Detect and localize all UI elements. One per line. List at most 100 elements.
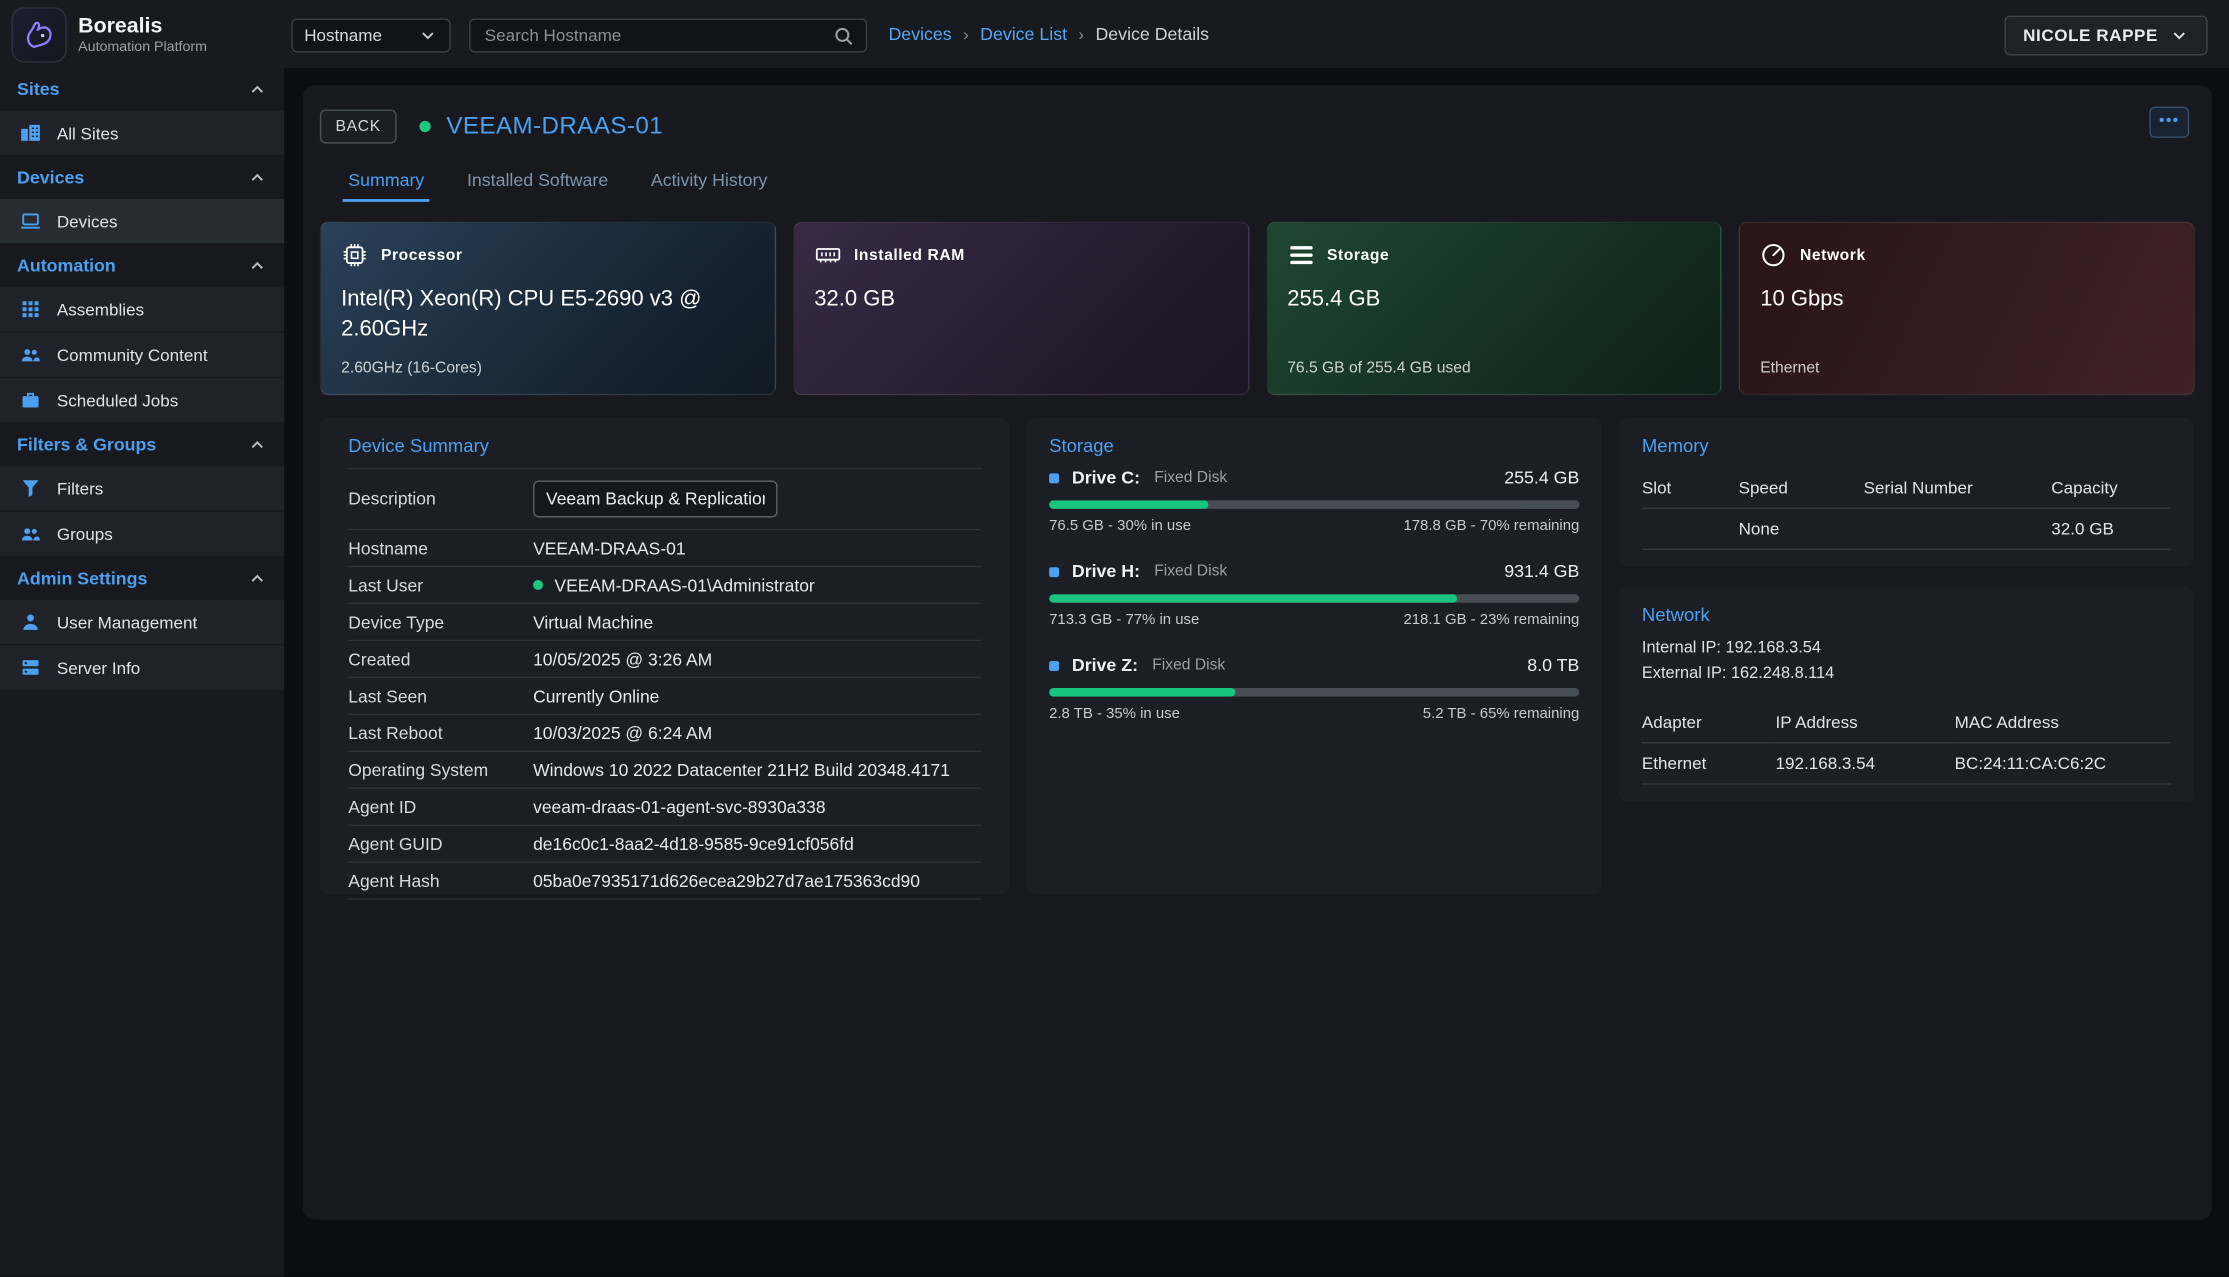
storage-stack-icon: [1287, 242, 1314, 269]
summary-label: Created: [348, 649, 533, 669]
sidebar-section-admin-settings[interactable]: Admin Settings: [0, 557, 284, 600]
section-title: Automation: [17, 256, 116, 276]
funnel-icon: [20, 478, 41, 499]
tab-installed-software[interactable]: Installed Software: [450, 162, 625, 202]
sidebar-item-user-management[interactable]: User Management: [0, 600, 284, 645]
summary-value: VEEAM-DRAAS-01\Administrator: [554, 575, 814, 595]
summary-label: Last User: [348, 575, 533, 595]
tab-activity-history[interactable]: Activity History: [634, 162, 785, 202]
sidebar-item-assemblies[interactable]: Assemblies: [0, 287, 284, 332]
network-title: Network: [1642, 604, 2171, 625]
sidebar-item-groups[interactable]: Groups: [0, 512, 284, 557]
summary-row-agent-guid: Agent GUID de16c0c1-8aa2-4d18-9585-9ce91…: [348, 826, 981, 863]
summary-row-hostname: Hostname VEEAM-DRAAS-01: [348, 530, 981, 567]
brand: Borealis Automation Platform: [11, 7, 207, 62]
storage-card: Storage 255.4 GB 76.5 GB of 255.4 GB use…: [1266, 222, 1722, 395]
user-name: NICOLE RAPPE: [2023, 26, 2158, 46]
storage-title: Storage: [1049, 435, 1579, 456]
stat-footnote: 76.5 GB of 255.4 GB used: [1287, 360, 1470, 377]
summary-label: Device Type: [348, 612, 533, 632]
search-box: [469, 18, 867, 52]
summary-row-description: Description: [348, 468, 981, 531]
breadcrumb: Devices › Device List › Device Details: [888, 0, 1209, 68]
sidebar-item-filters[interactable]: Filters: [0, 466, 284, 511]
search-field-select[interactable]: Hostname: [291, 18, 450, 52]
chevron-up-icon: [247, 80, 267, 100]
drive-name: Drive Z:: [1072, 655, 1138, 675]
sidebar-item-community-content[interactable]: Community Content: [0, 333, 284, 378]
stat-title: Network: [1800, 247, 1866, 264]
summary-value: 10/03/2025 @ 6:24 AM: [533, 723, 712, 743]
sidebar-section-filters-groups[interactable]: Filters & Groups: [0, 424, 284, 467]
memory-title: Memory: [1642, 435, 2171, 456]
internal-ip: Internal IP: 192.168.3.54: [1642, 637, 2171, 662]
drive-size: 931.4 GB: [1504, 562, 1579, 582]
summary-row-agent-hash: Agent Hash 05ba0e7935171d626ecea29b27d7a…: [348, 863, 981, 900]
breadcrumb-separator: ›: [1078, 24, 1084, 44]
search-icon[interactable]: [833, 25, 854, 46]
cpu-icon: [341, 242, 368, 269]
drive-used: 713.3 GB - 77% in use: [1049, 611, 1199, 628]
breadcrumb-devices[interactable]: Devices: [888, 24, 951, 44]
device-summary-title: Device Summary: [348, 435, 981, 456]
sidebar-section-automation[interactable]: Automation: [0, 245, 284, 288]
storage-drives-card: Storage Drive C: Fixed Disk 255.4 GB 76.…: [1026, 418, 1602, 894]
description-input[interactable]: [533, 480, 778, 517]
sidebar-section-devices[interactable]: Devices: [0, 156, 284, 199]
device-summary-card: Device Summary Description Hostname VEEA…: [320, 418, 1009, 894]
drive-size: 255.4 GB: [1504, 468, 1579, 488]
back-button[interactable]: BACK: [320, 109, 397, 143]
drive-size: 8.0 TB: [1527, 655, 1579, 675]
sidebar-item-devices[interactable]: Devices: [0, 199, 284, 244]
user-menu-button[interactable]: NICOLE RAPPE: [2005, 16, 2208, 56]
network-col-ip: IP Address: [1776, 702, 1955, 742]
drive-z: Drive Z: Fixed Disk 8.0 TB 2.8 TB - 35% …: [1049, 655, 1579, 722]
memory-col-capacity: Capacity: [2051, 468, 2170, 508]
drive-used: 76.5 GB - 30% in use: [1049, 517, 1191, 534]
drive-h: Drive H: Fixed Disk 931.4 GB 713.3 GB - …: [1049, 562, 1579, 629]
building-icon: [20, 122, 41, 143]
tab-summary[interactable]: Summary: [331, 162, 441, 202]
drive-remaining: 178.8 GB - 70% remaining: [1403, 517, 1579, 534]
section-title: Filters & Groups: [17, 435, 156, 455]
sidebar-item-scheduled-jobs[interactable]: Scheduled Jobs: [0, 378, 284, 423]
chevron-up-icon: [247, 168, 267, 188]
drive-type: Fixed Disk: [1154, 469, 1227, 486]
stat-title: Installed RAM: [854, 247, 965, 264]
drive-usage-fill: [1049, 688, 1235, 697]
ram-icon: [814, 242, 841, 269]
briefcase-icon: [20, 390, 41, 411]
people-icon: [20, 344, 41, 365]
summary-value: veeam-draas-01-agent-svc-8930a338: [533, 797, 826, 817]
device-title: VEEAM-DRAAS-01: [446, 112, 663, 140]
memory-cell-capacity: 32.0 GB: [2051, 507, 2170, 550]
detail-columns: Device Summary Description Hostname VEEA…: [320, 418, 2195, 894]
brand-subtitle: Automation Platform: [78, 39, 207, 55]
section-title: Sites: [17, 80, 59, 100]
sidebar-item-label: Scheduled Jobs: [57, 390, 178, 410]
network-card-panel: Network Internal IP: 192.168.3.54 Extern…: [1619, 587, 2193, 801]
sidebar-item-all-sites[interactable]: All Sites: [0, 111, 284, 156]
stat-value: Intel(R) Xeon(R) CPU E5-2690 v3 @ 2.60GH…: [341, 286, 739, 345]
detail-tabs: Summary Installed Software Activity Hist…: [331, 162, 2195, 202]
network-cell-adapter: Ethernet: [1642, 742, 1776, 785]
summary-label: Agent GUID: [348, 834, 533, 854]
chevron-up-icon: [247, 256, 267, 276]
stat-footnote: 2.60GHz (16-Cores): [341, 360, 482, 377]
more-actions-button[interactable]: •••: [2149, 107, 2189, 138]
device-online-dot: [419, 121, 430, 132]
sidebar-section-sites[interactable]: Sites: [0, 68, 284, 111]
drive-usage-fill: [1049, 500, 1208, 509]
memory-cell-slot: [1642, 507, 1739, 550]
sidebar-item-label: User Management: [57, 612, 197, 632]
summary-row-device-type: Device Type Virtual Machine: [348, 604, 981, 641]
summary-value: VEEAM-DRAAS-01: [533, 538, 686, 558]
drive-remaining: 218.1 GB - 23% remaining: [1403, 611, 1579, 628]
sidebar-item-server-info[interactable]: Server Info: [0, 645, 284, 690]
network-col-adapter: Adapter: [1642, 702, 1776, 742]
summary-value: de16c0c1-8aa2-4d18-9585-9ce91cf056fd: [533, 834, 854, 854]
breadcrumb-device-list[interactable]: Device List: [980, 24, 1067, 44]
network-table: Adapter IP Address MAC Address Ethernet …: [1642, 702, 2171, 784]
search-input[interactable]: [482, 24, 833, 47]
summary-row-agent-id: Agent ID veeam-draas-01-agent-svc-8930a3…: [348, 789, 981, 826]
